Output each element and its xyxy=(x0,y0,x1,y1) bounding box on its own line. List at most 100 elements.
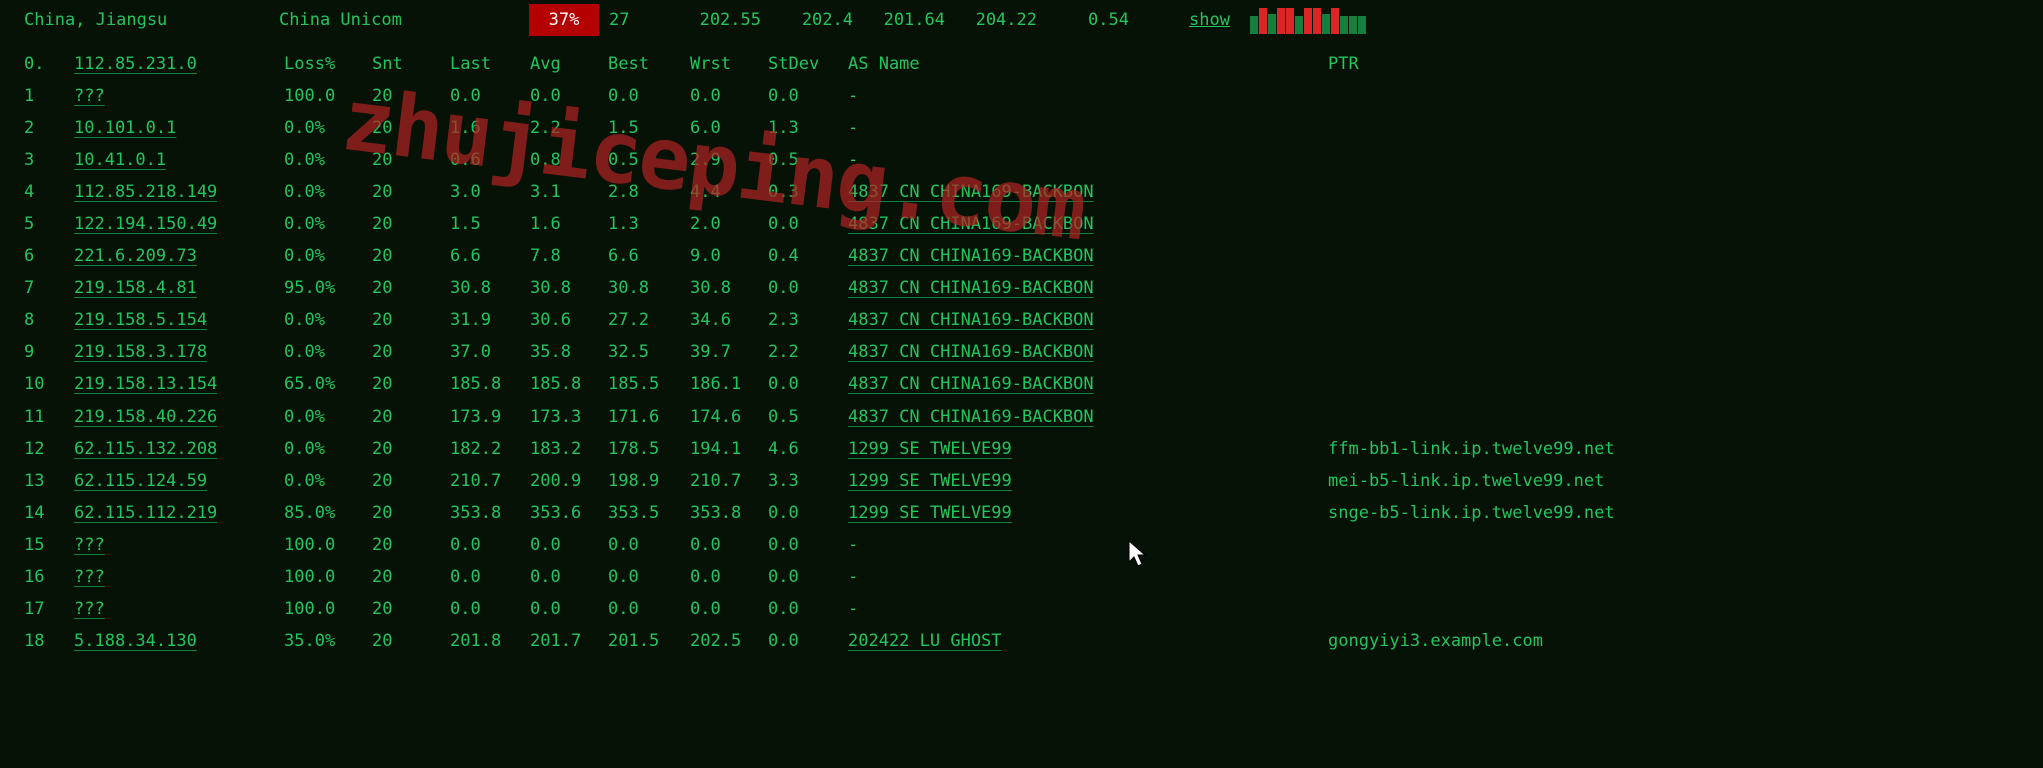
hop-best: 6.6 xyxy=(608,240,690,272)
hop-index: 14 xyxy=(24,497,74,529)
hop-asn[interactable]: 4837 CN CHINA169-BACKBON xyxy=(838,401,1248,433)
hop-ptr: gongyiyi3.example.com xyxy=(1248,625,1615,657)
hop-host[interactable]: ??? xyxy=(74,593,284,625)
hop-asn: - xyxy=(838,593,1248,625)
show-link[interactable]: show xyxy=(1189,6,1230,34)
hop-index: 16 xyxy=(24,561,74,593)
hop-asn[interactable]: 4837 CN CHINA169-BACKBON xyxy=(838,176,1248,208)
hop-last: 37.0 xyxy=(450,336,530,368)
hop-stdev: 0.0 xyxy=(768,529,838,561)
hop-loss: 0.0% xyxy=(284,208,372,240)
hop-host[interactable]: 62.115.132.208 xyxy=(74,433,284,465)
hop-stdev: 0.3 xyxy=(768,176,838,208)
hop-wrst: 353.8 xyxy=(690,497,768,529)
hop-stdev: 0.0 xyxy=(768,272,838,304)
hop-best: 201.5 xyxy=(608,625,690,657)
table-row: 15???100.0200.00.00.00.00.0- xyxy=(24,529,1615,561)
hop-asn[interactable]: 4837 CN CHINA169-BACKBON xyxy=(838,240,1248,272)
hop-last: 1.6 xyxy=(450,112,530,144)
hop-loss: 0.0% xyxy=(284,304,372,336)
hop-best: 1.3 xyxy=(608,208,690,240)
hop-asn: - xyxy=(838,80,1248,112)
hop-host[interactable]: 10.41.0.1 xyxy=(74,144,284,176)
hop-asn[interactable]: 1299 SE TWELVE99 xyxy=(838,465,1248,497)
hop-avg: 173.3 xyxy=(530,401,608,433)
hop-snt: 20 xyxy=(372,272,450,304)
hop-index: 3 xyxy=(24,144,74,176)
hop-avg: 183.2 xyxy=(530,433,608,465)
hop-ptr xyxy=(1248,240,1615,272)
hop-loss: 0.0% xyxy=(284,144,372,176)
hop-host[interactable]: 62.115.124.59 xyxy=(74,465,284,497)
hop-last: 30.8 xyxy=(450,272,530,304)
hop-ptr xyxy=(1248,272,1615,304)
hop-host[interactable]: 219.158.3.178 xyxy=(74,336,284,368)
table-row: 11219.158.40.2260.0%20173.9173.3171.6174… xyxy=(24,401,1615,433)
hop-host[interactable]: 112.85.218.149 xyxy=(74,176,284,208)
hop-asn[interactable]: 202422 LU GHOST xyxy=(838,625,1248,657)
hop-wrst: 34.6 xyxy=(690,304,768,336)
hop-asn[interactable]: 4837 CN CHINA169-BACKBON xyxy=(838,208,1248,240)
hop-wrst: 9.0 xyxy=(690,240,768,272)
col-host[interactable]: 112.85.231.0 xyxy=(74,48,284,80)
hop-stdev: 2.3 xyxy=(768,304,838,336)
hop-best: 171.6 xyxy=(608,401,690,433)
hop-last: 31.9 xyxy=(450,304,530,336)
hop-stdev: 0.0 xyxy=(768,593,838,625)
col-stdev: StDev xyxy=(768,48,838,80)
hop-ptr xyxy=(1248,144,1615,176)
hop-snt: 20 xyxy=(372,176,450,208)
hop-asn[interactable]: 4837 CN CHINA169-BACKBON xyxy=(838,272,1248,304)
hop-asn[interactable]: 4837 CN CHINA169-BACKBON xyxy=(838,368,1248,400)
hop-host[interactable]: ??? xyxy=(74,529,284,561)
hop-host[interactable]: 219.158.13.154 xyxy=(74,368,284,400)
col-asn: AS Name xyxy=(838,48,1248,80)
hop-host[interactable]: ??? xyxy=(74,80,284,112)
hop-stdev: 4.6 xyxy=(768,433,838,465)
loss-percent-badge: 37% xyxy=(529,4,599,36)
hop-loss: 0.0% xyxy=(284,112,372,144)
hop-host[interactable]: 122.194.150.49 xyxy=(74,208,284,240)
hop-index: 5 xyxy=(24,208,74,240)
hop-host[interactable]: 221.6.209.73 xyxy=(74,240,284,272)
hop-asn[interactable]: 4837 CN CHINA169-BACKBON xyxy=(838,336,1248,368)
table-row: 1462.115.112.21985.0%20353.8353.6353.535… xyxy=(24,497,1615,529)
hop-host[interactable]: 5.188.34.130 xyxy=(74,625,284,657)
hop-asn[interactable]: 1299 SE TWELVE99 xyxy=(838,497,1248,529)
hop-ptr xyxy=(1248,176,1615,208)
hop-index: 6 xyxy=(24,240,74,272)
hop-asn[interactable]: 4837 CN CHINA169-BACKBON xyxy=(838,304,1248,336)
hop-host[interactable]: 219.158.40.226 xyxy=(74,401,284,433)
hop-host[interactable]: 219.158.5.154 xyxy=(74,304,284,336)
hop-snt: 20 xyxy=(372,112,450,144)
hop-wrst: 174.6 xyxy=(690,401,768,433)
table-row: 7219.158.4.8195.0%2030.830.830.830.80.04… xyxy=(24,272,1615,304)
hop-host[interactable]: 10.101.0.1 xyxy=(74,112,284,144)
hop-wrst: 39.7 xyxy=(690,336,768,368)
hop-host[interactable]: 219.158.4.81 xyxy=(74,272,284,304)
table-row: 16???100.0200.00.00.00.00.0- xyxy=(24,561,1615,593)
hop-stdev: 0.4 xyxy=(768,240,838,272)
hop-avg: 7.8 xyxy=(530,240,608,272)
hop-loss: 0.0% xyxy=(284,176,372,208)
sparkline-icon xyxy=(1250,6,1367,34)
hop-host[interactable]: ??? xyxy=(74,561,284,593)
hop-asn[interactable]: 1299 SE TWELVE99 xyxy=(838,433,1248,465)
hop-snt: 20 xyxy=(372,529,450,561)
hop-index: 10 xyxy=(24,368,74,400)
hop-snt: 20 xyxy=(372,80,450,112)
hop-snt: 20 xyxy=(372,144,450,176)
hop-loss: 0.0% xyxy=(284,401,372,433)
stat-best: 201.64 xyxy=(853,6,945,34)
summary-row: China, Jiangsu China Unicom 37% 27 202.5… xyxy=(0,0,2043,40)
hop-snt: 20 xyxy=(372,465,450,497)
hop-loss: 100.0 xyxy=(284,80,372,112)
hop-avg: 35.8 xyxy=(530,336,608,368)
hop-wrst: 4.4 xyxy=(690,176,768,208)
hop-best: 1.5 xyxy=(608,112,690,144)
hop-best: 353.5 xyxy=(608,497,690,529)
table-row: 4112.85.218.1490.0%203.03.12.84.40.34837… xyxy=(24,176,1615,208)
hop-index: 13 xyxy=(24,465,74,497)
hop-last: 173.9 xyxy=(450,401,530,433)
hop-host[interactable]: 62.115.112.219 xyxy=(74,497,284,529)
